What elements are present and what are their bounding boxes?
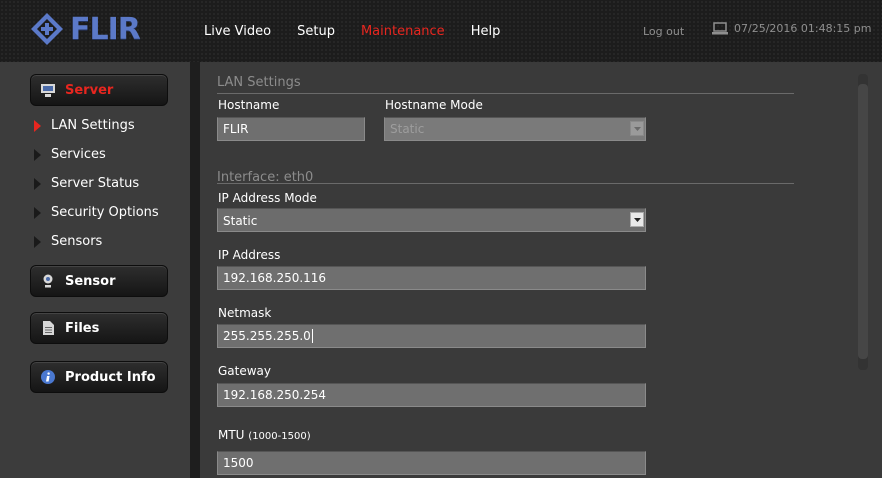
datetime-display: 07/25/2016 01:48:15 pm <box>712 22 872 35</box>
flir-logo-mark-icon <box>31 13 63 45</box>
file-icon <box>41 321 55 335</box>
top-header: FLIR Live Video Setup Maintenance Help L… <box>0 0 882 62</box>
sidebar-item-security-options[interactable]: Security Options <box>34 205 159 220</box>
gateway-input[interactable]: 192.168.250.254 <box>217 383 646 407</box>
netmask-value: 255.255.255.0 <box>223 329 311 343</box>
netmask-input[interactable]: 255.255.255.0 <box>217 324 646 348</box>
hostname-mode-label: Hostname Mode <box>385 98 483 112</box>
hostname-mode-select[interactable]: Static <box>384 117 646 141</box>
text-cursor <box>311 329 313 343</box>
sensor-panel-button[interactable]: Sensor <box>30 265 168 297</box>
ip-address-input[interactable]: 192.168.250.116 <box>217 266 646 290</box>
logo-text: FLIR <box>70 11 141 47</box>
hostname-label: Hostname <box>218 98 280 112</box>
laptop-icon <box>712 22 728 35</box>
sidebar-item-label: Security Options <box>51 205 159 220</box>
arrow-icon <box>34 148 41 161</box>
ip-address-label: IP Address <box>218 248 281 262</box>
main-nav: Live Video Setup Maintenance Help <box>204 24 526 39</box>
sensor-panel-label: Sensor <box>65 273 116 289</box>
product-info-panel-button[interactable]: Product Info <box>30 361 168 393</box>
nav-maintenance[interactable]: Maintenance <box>361 24 445 39</box>
ip-mode-label: IP Address Mode <box>218 191 317 205</box>
ip-mode-value: Static <box>223 214 258 228</box>
chevron-down-icon <box>630 212 644 227</box>
flir-logo: FLIR <box>30 10 141 48</box>
sidebar-item-lan-settings[interactable]: LAN Settings <box>34 118 135 133</box>
server-icon <box>41 83 55 97</box>
netmask-label: Netmask <box>218 306 272 320</box>
active-arrow-icon <box>34 119 41 132</box>
nav-setup[interactable]: Setup <box>297 24 335 39</box>
mtu-label: MTU (1000-1500) <box>218 428 311 442</box>
sidebar-divider <box>190 62 200 478</box>
sidebar-item-label: LAN Settings <box>51 118 135 133</box>
arrow-icon <box>34 206 41 219</box>
gateway-label: Gateway <box>218 364 272 378</box>
product-info-panel-label: Product Info <box>65 369 156 385</box>
server-panel-label: Server <box>65 82 114 98</box>
info-icon <box>41 370 55 384</box>
arrow-icon <box>34 177 41 190</box>
hostname-input[interactable]: FLIR <box>217 117 365 141</box>
section-divider <box>217 183 794 184</box>
sidebar-item-label: Server Status <box>51 176 140 191</box>
sidebar-item-services[interactable]: Services <box>34 147 106 162</box>
datetime-text: 07/25/2016 01:48:15 pm <box>734 22 872 35</box>
sidebar-item-label: Sensors <box>51 234 103 249</box>
arrow-icon <box>34 235 41 248</box>
mtu-range: (1000-1500) <box>248 431 311 442</box>
mtu-label-text: MTU <box>218 428 245 442</box>
scrollbar-thumb[interactable] <box>858 84 868 359</box>
section-divider <box>217 93 794 94</box>
ip-mode-select[interactable]: Static <box>217 208 646 232</box>
left-sidebar: Server LAN Settings Services Server Stat… <box>0 62 191 478</box>
sensor-icon <box>41 274 55 288</box>
sidebar-item-label: Services <box>51 147 106 162</box>
nav-help[interactable]: Help <box>471 24 501 39</box>
chevron-down-icon <box>630 121 644 136</box>
logout-link[interactable]: Log out <box>643 25 684 38</box>
hostname-mode-value: Static <box>390 122 425 136</box>
lan-settings-heading: LAN Settings <box>217 75 301 90</box>
files-panel-label: Files <box>65 320 100 336</box>
sidebar-item-server-status[interactable]: Server Status <box>34 176 139 191</box>
server-panel-button[interactable]: Server <box>30 74 168 106</box>
settings-form: LAN Settings Hostname Hostname Mode FLIR… <box>200 62 882 478</box>
mtu-input[interactable]: 1500 <box>217 451 646 475</box>
nav-live-video[interactable]: Live Video <box>204 24 271 39</box>
sidebar-item-sensors[interactable]: Sensors <box>34 234 102 249</box>
files-panel-button[interactable]: Files <box>30 312 168 344</box>
